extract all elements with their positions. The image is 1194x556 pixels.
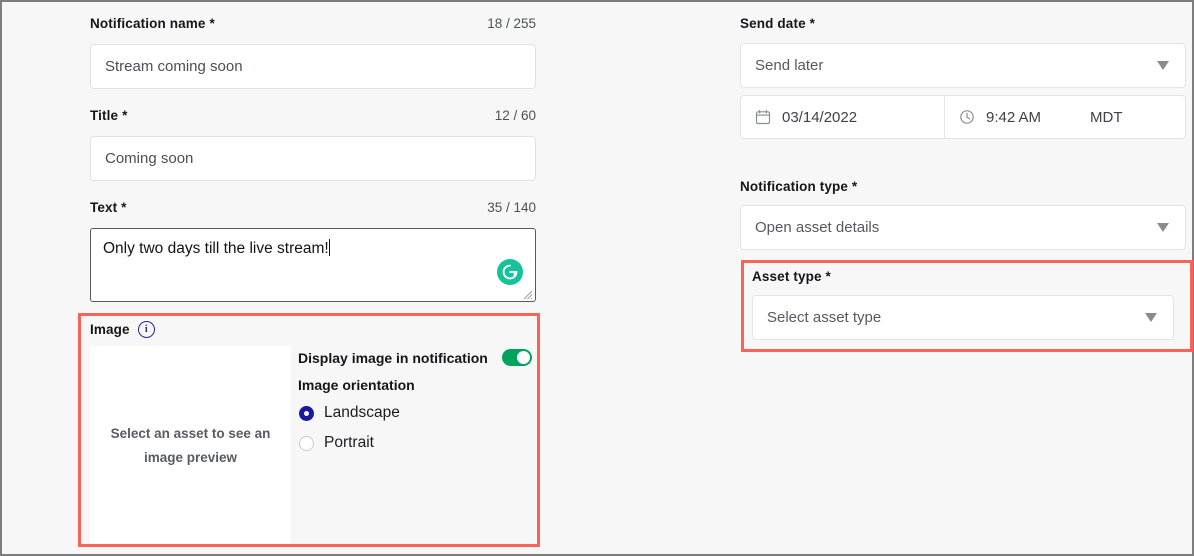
display-image-toggle-row: Display image in notification [298,349,532,366]
calendar-icon [755,109,771,125]
notification-name-char-count: 18 / 255 [487,16,536,31]
send-date-datetime-row: 03/14/2022 9:42 AM MDT [740,95,1186,139]
send-date-selected-value: Send later [755,57,824,74]
date-field[interactable]: 03/14/2022 [741,96,944,138]
asset-type-label-row: Asset type * [752,269,1172,284]
chevron-down-icon [1145,313,1157,322]
grammarly-g-icon[interactable] [497,259,523,285]
radio-portrait-label: Portrait [324,434,374,451]
text-char-count: 35 / 140 [487,200,536,215]
image-section-header: Image i [90,321,155,338]
radio-landscape-control[interactable] [299,405,314,421]
radio-option-portrait[interactable]: Portrait [299,434,374,452]
text-label: Text * [90,200,127,215]
text-textarea-content: Only two days till the live stream! [103,239,331,258]
notification-name-value: Stream coming soon [105,58,243,75]
toggle-knob [517,351,530,364]
date-value: 03/14/2022 [782,108,858,126]
time-field[interactable]: 9:42 AM MDT [945,96,1185,138]
title-value: Coming soon [105,150,194,167]
info-icon-glyph: i [144,323,148,335]
text-textarea-value: Only two days till the live stream! [103,240,329,257]
chevron-down-icon [1157,61,1169,70]
image-preview-panel: Select an asset to see an image preview [90,346,291,546]
send-date-label-row: Send date * [740,16,1186,31]
title-input[interactable]: Coming soon [90,136,536,181]
timezone-value: MDT [1090,108,1123,126]
notification-editor-page: Notification name * 18 / 255 Stream comi… [2,2,1193,554]
display-image-toggle[interactable] [502,349,532,366]
title-label-row: Title * 12 / 60 [90,108,536,123]
notification-type-select[interactable]: Open asset details [740,205,1186,250]
display-image-toggle-label: Display image in notification [298,349,488,366]
notification-type-selected-value: Open asset details [755,219,880,236]
clock-icon [960,110,974,124]
notification-type-label: Notification type * [740,179,858,194]
notification-name-label-row: Notification name * 18 / 255 [90,16,536,31]
text-label-row: Text * 35 / 140 [90,200,536,215]
text-cursor [328,239,331,256]
asset-type-label: Asset type * [752,269,831,284]
notification-name-input[interactable]: Stream coming soon [90,44,536,89]
title-label: Title * [90,108,128,123]
radio-landscape-label: Landscape [324,404,400,421]
send-date-label: Send date * [740,16,816,31]
time-value: 9:42 AM [986,108,1042,126]
title-char-count: 12 / 60 [494,108,536,123]
radio-option-landscape[interactable]: Landscape [299,404,400,422]
send-date-select[interactable]: Send later [740,43,1186,88]
notification-name-label: Notification name * [90,16,215,31]
notification-type-label-row: Notification type * [740,179,1186,194]
image-preview-placeholder: Select an asset to see an image preview [110,426,271,465]
radio-portrait-control[interactable] [299,435,314,451]
asset-type-select[interactable]: Select asset type [752,295,1174,340]
image-orientation-label: Image orientation [298,377,415,393]
info-icon[interactable]: i [137,321,155,338]
radio-landscape-dot [304,410,309,416]
image-section-label: Image [90,322,130,337]
text-textarea[interactable]: Only two days till the live stream! [90,228,536,302]
textarea-resize-handle[interactable] [523,290,533,300]
asset-type-selected-value: Select asset type [767,309,882,326]
chevron-down-icon [1157,223,1169,232]
